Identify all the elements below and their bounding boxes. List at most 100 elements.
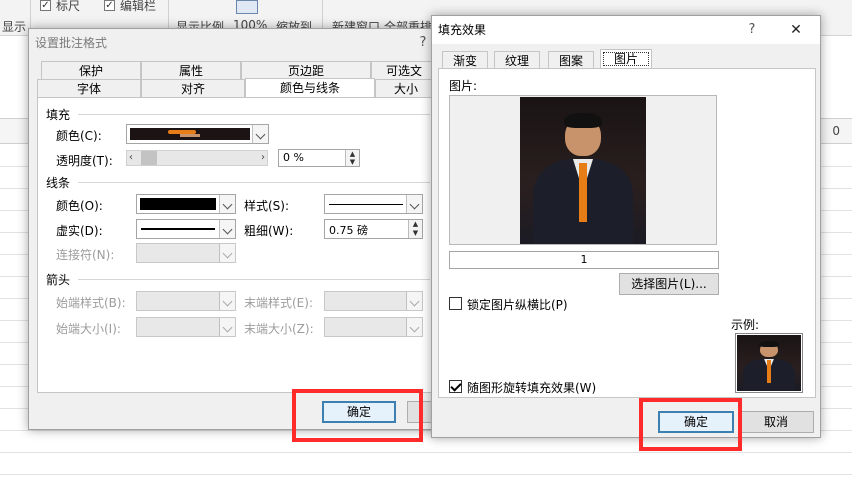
help-button[interactable]: ? [740,20,764,40]
tab-alt-text[interactable]: 可选文 [371,61,437,79]
tab-page: 填充 颜色(C): 透明度(T): ‹ › 0 % ▲ ▼ 线条 颜色(O): 样 [37,97,437,393]
chevron-down-icon[interactable] [406,318,422,336]
line-color-swatch [140,198,216,210]
formula-bar-checkbox[interactable]: ✓ [104,0,115,11]
tab-size[interactable]: 大小 [375,79,437,97]
photo-hair [564,113,602,128]
tab-alignment[interactable]: 对齐 [141,79,245,97]
ribbon-separator [168,0,169,30]
chevron-down-icon[interactable] [406,195,422,213]
rotate-with-shape-checkbox[interactable] [449,380,462,393]
connector-dropdown[interactable] [136,243,236,263]
select-picture-button[interactable]: 选择图片(L)... [619,273,719,295]
tab-font[interactable]: 字体 [37,79,141,97]
dash-label: 虚实(D): [56,224,103,238]
dash-dropdown[interactable] [136,219,236,239]
arrows-section-title: 箭头 [46,273,71,287]
fill-section-title: 填充 [46,108,71,122]
end-size-label: 末端大小(Z): [244,322,314,336]
fill-effects-dialog: 填充效果 ? ✕ 渐变 纹理 图案 图片 图片: 1 选择图片(L)... 锁定… [431,15,821,438]
slider-thumb[interactable] [141,151,157,165]
tab-protection[interactable]: 保护 [41,61,141,79]
chevron-down-icon[interactable] [252,125,268,143]
chevron-down-icon[interactable] [219,244,235,262]
sample-label: 示例: [731,318,760,332]
ribbon-ruler-label[interactable]: 标尺 [56,0,80,14]
weight-input[interactable]: 0.75 磅 ▲ ▼ [324,219,423,239]
transparency-slider[interactable]: ‹ › [126,150,268,166]
ribbon-separator [322,0,323,30]
begin-size-label: 始端大小(I): [56,322,121,336]
weight-spinner[interactable]: ▲ ▼ [408,220,422,238]
dialog-title: 填充效果 [438,23,487,37]
end-style-dropdown[interactable] [324,291,423,311]
portrait-photo [520,97,646,244]
chevron-down-icon[interactable] [219,292,235,310]
slider-left-arrow-icon[interactable]: ‹ [129,152,133,163]
tab-properties[interactable]: 属性 [141,61,241,79]
grid-line [0,452,852,453]
section-divider [78,279,430,280]
begin-style-dropdown[interactable] [136,291,236,311]
chevron-down-icon[interactable] [406,292,422,310]
tab-pattern[interactable]: 图案 [548,51,594,69]
picture-label: 图片: [449,79,478,93]
fill-color-label: 颜色(C): [56,129,102,143]
connector-label: 连接符(N): [56,248,115,262]
photo-hair [759,341,779,347]
ribbon-show-label[interactable]: 显示 [2,18,26,35]
highlight-box-comment-ok [292,389,423,442]
lock-ratio-label[interactable]: 锁定图片纵横比(P) [467,296,568,313]
column-header-label: 0 [832,124,840,138]
rotate-with-shape-label[interactable]: 随图形旋转填充效果(W) [467,379,596,396]
ribbon-separator [30,0,31,30]
photo-tie [767,360,771,383]
transparency-spinner[interactable]: ▲ ▼ [345,150,359,166]
line-style-sample [329,204,403,205]
format-comment-dialog: 设置批注格式 ? 保护 属性 页边距 可选文 字体 对齐 颜色与线条 大小 填充… [28,28,438,430]
sample-preview [735,333,803,393]
fill-cancel-button[interactable]: 取消 [738,411,814,433]
weight-label: 粗细(W): [244,224,294,238]
line-style-dropdown[interactable] [324,194,423,214]
tab-margins[interactable]: 页边距 [241,61,371,79]
picture-name-field[interactable]: 1 [449,251,719,269]
tab-picture[interactable]: 图片 [600,49,652,69]
line-color-label: 颜色(O): [56,199,103,213]
picture-tab-page: 图片: 1 选择图片(L)... 锁定图片纵横比(P) 示例: 随图形旋转填充效… [438,68,816,398]
begin-size-dropdown[interactable] [136,317,236,337]
close-icon[interactable]: ✕ [784,20,808,40]
tab-texture[interactable]: 纹理 [494,51,540,69]
transparency-value: 0 % [283,151,304,164]
end-size-dropdown[interactable] [324,317,423,337]
chevron-down-icon[interactable] [219,195,235,213]
dialog-title: 设置批注格式 [35,36,108,50]
chevron-down-icon[interactable] [219,318,235,336]
swatch-face [180,134,200,137]
highlight-box-fill-ok [639,398,742,451]
line-color-dropdown[interactable] [136,194,236,214]
begin-style-label: 始端样式(B): [56,296,126,310]
grid-line [0,474,852,475]
end-style-label: 末端样式(E): [244,296,313,310]
fill-color-dropdown[interactable] [126,124,269,144]
tab-gradient[interactable]: 渐变 [442,51,488,69]
tab-colors-lines[interactable]: 颜色与线条 [245,78,375,98]
section-divider [78,114,430,115]
weight-value: 0.75 磅 [329,224,368,237]
ribbon-formula-bar-label[interactable]: 编辑栏 [120,0,156,14]
ruler-checkbox[interactable]: ✓ [40,0,51,11]
chevron-down-icon[interactable] [219,220,235,238]
transparency-input[interactable]: 0 % ▲ ▼ [278,149,360,167]
transparency-label: 透明度(T): [56,154,113,168]
line-style-label: 样式(S): [244,199,290,213]
lock-ratio-checkbox[interactable] [449,297,462,310]
slider-right-arrow-icon[interactable]: › [261,152,265,163]
fill-picture-swatch [130,128,250,140]
line-section-title: 线条 [46,176,71,190]
sample-photo [737,335,801,391]
picture-preview [449,95,717,245]
section-divider [78,182,430,183]
photo-tie [579,163,587,222]
dash-sample [141,228,215,230]
